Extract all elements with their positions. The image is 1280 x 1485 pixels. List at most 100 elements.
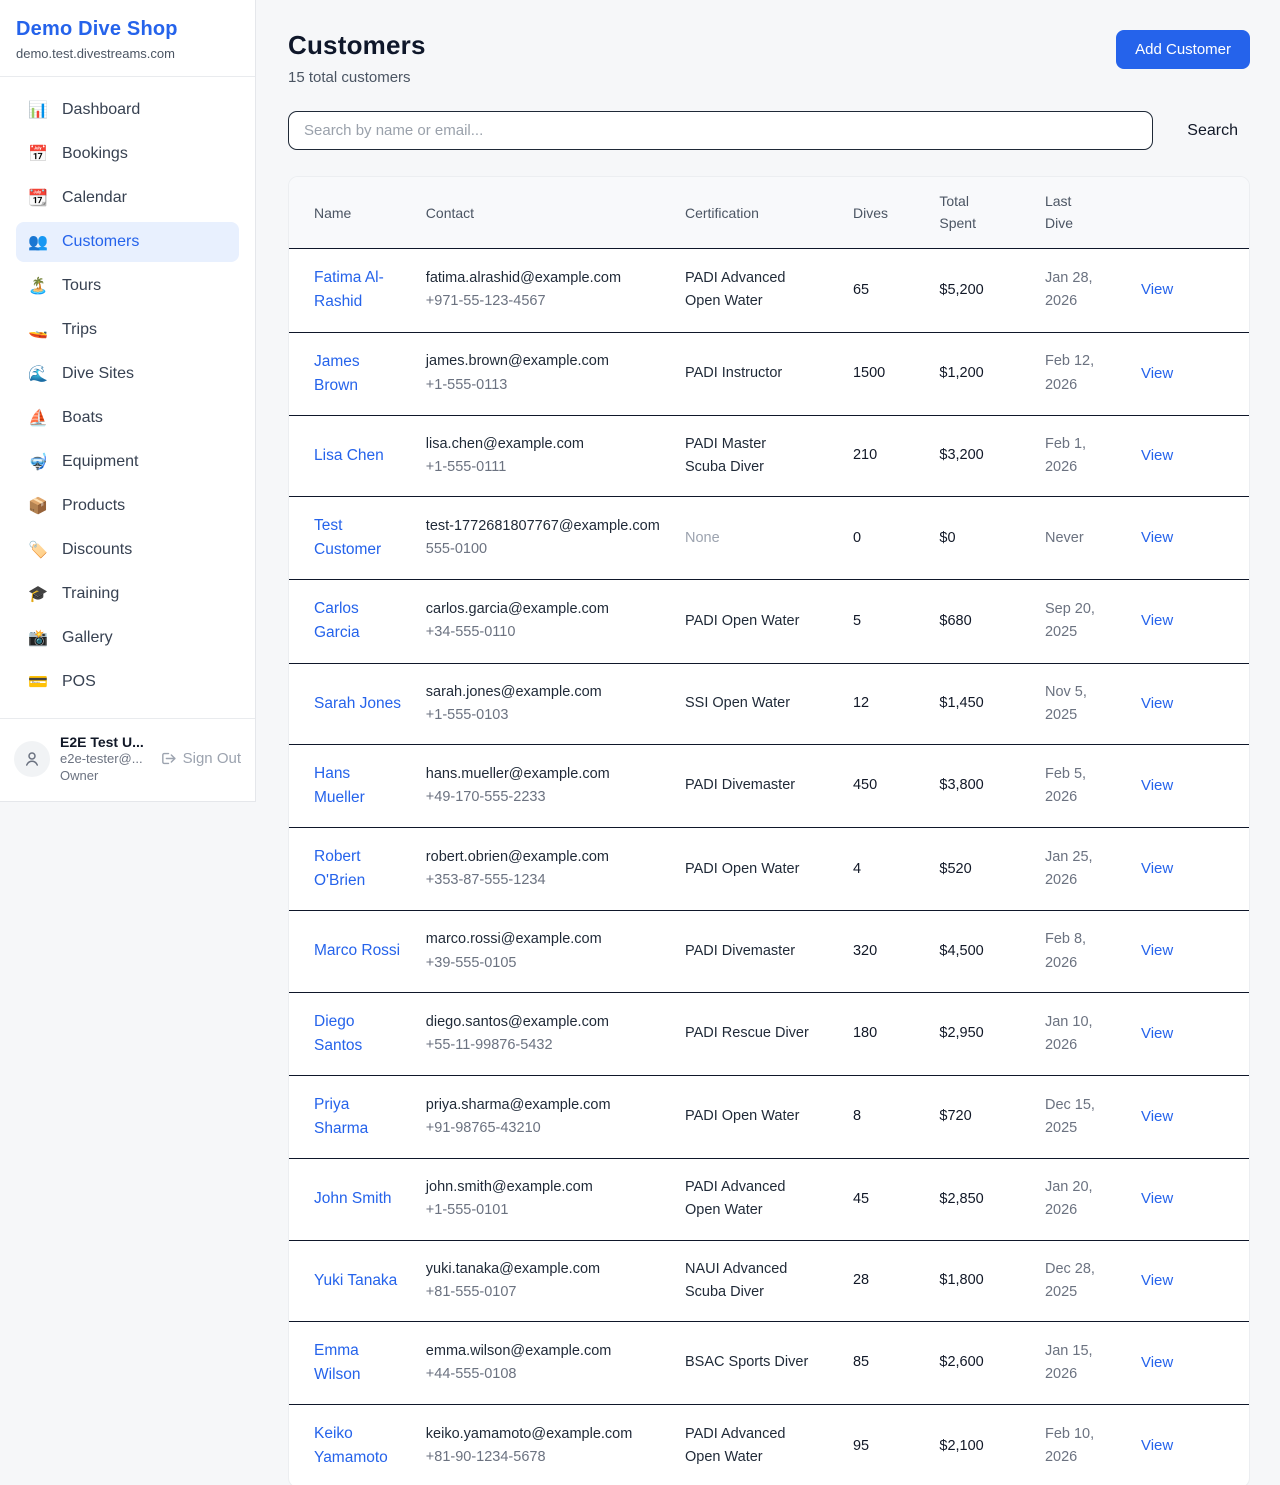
- customer-name-link[interactable]: Test Customer: [314, 514, 402, 562]
- sidebar: Demo Dive Shop demo.test.divestreams.com…: [0, 0, 256, 802]
- customer-name-link[interactable]: Hans Mueller: [314, 762, 402, 810]
- table-body: Fatima Al-Rashid fatima.alrashid@example…: [289, 249, 1249, 1485]
- customer-dives: 210: [853, 447, 877, 463]
- add-customer-button[interactable]: Add Customer: [1116, 30, 1250, 69]
- search-button[interactable]: Search: [1175, 114, 1250, 148]
- table-row: Hans Mueller hans.mueller@example.com +4…: [289, 744, 1249, 827]
- sidebar-item-dive-sites[interactable]: 🌊 Dive Sites: [16, 354, 239, 394]
- customer-certification: PADI Master Scuba Diver: [685, 433, 809, 479]
- view-customer-link[interactable]: View: [1141, 1190, 1173, 1207]
- customer-name-link[interactable]: Yuki Tanaka: [314, 1269, 397, 1293]
- sidebar-item-calendar[interactable]: 📆 Calendar: [16, 178, 239, 218]
- customer-phone: +1-555-0113: [426, 374, 661, 397]
- customer-dives: 4: [853, 861, 861, 877]
- view-customer-link[interactable]: View: [1141, 281, 1173, 298]
- customer-email: lisa.chen@example.com: [426, 433, 661, 456]
- customer-certification: PADI Divemaster: [685, 774, 795, 797]
- customer-name-link[interactable]: Fatima Al-Rashid: [314, 266, 402, 314]
- view-customer-link[interactable]: View: [1141, 1025, 1173, 1042]
- view-customer-link[interactable]: View: [1141, 447, 1173, 464]
- shop-domain: demo.test.divestreams.com: [16, 46, 239, 61]
- sign-out-button[interactable]: Sign Out: [160, 750, 241, 767]
- view-customer-link[interactable]: View: [1141, 695, 1173, 712]
- view-customer-link[interactable]: View: [1141, 1108, 1173, 1125]
- customer-name-link[interactable]: James Brown: [314, 350, 402, 398]
- customer-phone: +39-555-0105: [426, 952, 661, 975]
- customer-certification: PADI Divemaster: [685, 940, 795, 963]
- customer-name-link[interactable]: Priya Sharma: [314, 1093, 402, 1141]
- customer-last-dive: Feb 8, 2026: [1045, 928, 1105, 974]
- view-customer-link[interactable]: View: [1141, 942, 1173, 959]
- customer-name-link[interactable]: John Smith: [314, 1187, 392, 1211]
- customer-certification: PADI Advanced Open Water: [685, 267, 809, 313]
- customer-name-link[interactable]: Robert O'Brien: [314, 845, 402, 893]
- customer-name-link[interactable]: Lisa Chen: [314, 444, 384, 468]
- sidebar-item-tours[interactable]: 🏝️ Tours: [16, 266, 239, 306]
- col-header-contact: Contact: [414, 177, 673, 249]
- table-row: Sarah Jones sarah.jones@example.com +1-5…: [289, 663, 1249, 744]
- view-customer-link[interactable]: View: [1141, 1354, 1173, 1371]
- customer-dives: 85: [853, 1354, 869, 1370]
- customer-email: carlos.garcia@example.com: [426, 598, 661, 621]
- customer-last-dive: Feb 12, 2026: [1045, 350, 1105, 396]
- customer-total-spent: $680: [939, 613, 971, 629]
- customer-phone: +81-555-0107: [426, 1281, 661, 1304]
- col-header-dives: Dives: [841, 177, 927, 249]
- customer-last-dive: Feb 1, 2026: [1045, 433, 1105, 479]
- sidebar-item-gallery[interactable]: 📸 Gallery: [16, 618, 239, 658]
- customer-dives: 8: [853, 1108, 861, 1124]
- equipment-icon: 🤿: [28, 452, 48, 472]
- view-customer-link[interactable]: View: [1141, 777, 1173, 794]
- sidebar-item-dashboard[interactable]: 📊 Dashboard: [16, 90, 239, 130]
- sidebar-item-label: POS: [62, 673, 96, 691]
- customer-total-spent: $2,100: [939, 1438, 983, 1454]
- customer-email: test-1772681807767@example.com: [426, 515, 661, 538]
- user-box: E2E Test U... e2e-tester@... Owner Sign …: [0, 718, 255, 801]
- customer-name-link[interactable]: Carlos Garcia: [314, 597, 402, 645]
- customer-name-link[interactable]: Emma Wilson: [314, 1339, 402, 1387]
- sidebar-item-customers[interactable]: 👥 Customers: [16, 222, 239, 262]
- view-customer-link[interactable]: View: [1141, 1272, 1173, 1289]
- customer-name-link[interactable]: Keiko Yamamoto: [314, 1422, 402, 1470]
- view-customer-link[interactable]: View: [1141, 365, 1173, 382]
- customer-name-link[interactable]: Sarah Jones: [314, 692, 401, 716]
- customer-certification: None: [685, 527, 720, 550]
- table-row: John Smith john.smith@example.com +1-555…: [289, 1159, 1249, 1240]
- sidebar-item-bookings[interactable]: 📅 Bookings: [16, 134, 239, 174]
- customer-dives: 12: [853, 695, 869, 711]
- sidebar-item-trips[interactable]: 🚤 Trips: [16, 310, 239, 350]
- sidebar-item-label: Equipment: [62, 453, 139, 471]
- customer-certification: PADI Advanced Open Water: [685, 1423, 809, 1469]
- customer-certification: PADI Open Water: [685, 610, 799, 633]
- customer-name-link[interactable]: Marco Rossi: [314, 939, 400, 963]
- customer-last-dive: Feb 10, 2026: [1045, 1423, 1105, 1469]
- customer-certification: NAUI Advanced Scuba Diver: [685, 1258, 809, 1304]
- brand: Demo Dive Shop demo.test.divestreams.com: [0, 0, 255, 77]
- view-customer-link[interactable]: View: [1141, 529, 1173, 546]
- customer-dives: 450: [853, 777, 877, 793]
- user-name: E2E Test U...: [60, 733, 144, 751]
- sidebar-item-pos[interactable]: 💳 POS: [16, 662, 239, 702]
- customer-phone: 555-0100: [426, 538, 661, 561]
- customer-dives: 65: [853, 282, 869, 298]
- sidebar-item-training[interactable]: 🎓 Training: [16, 574, 239, 614]
- customer-last-dive: Jan 28, 2026: [1045, 267, 1105, 313]
- customer-name-link[interactable]: Diego Santos: [314, 1010, 402, 1058]
- customer-dives: 5: [853, 613, 861, 629]
- sidebar-item-label: Training: [62, 585, 119, 603]
- view-customer-link[interactable]: View: [1141, 1437, 1173, 1454]
- customer-total-spent: $1,450: [939, 695, 983, 711]
- sidebar-item-discounts[interactable]: 🏷️ Discounts: [16, 530, 239, 570]
- view-customer-link[interactable]: View: [1141, 860, 1173, 877]
- customer-last-dive: Dec 15, 2025: [1045, 1094, 1105, 1140]
- sidebar-item-products[interactable]: 📦 Products: [16, 486, 239, 526]
- sidebar-item-equipment[interactable]: 🤿 Equipment: [16, 442, 239, 482]
- sidebar-item-label: Trips: [62, 321, 97, 339]
- user-icon: [23, 750, 41, 768]
- customer-phone: +1-555-0103: [426, 704, 661, 727]
- main-content: Customers 15 total customers Add Custome…: [256, 0, 1280, 1485]
- search-input[interactable]: [288, 111, 1153, 150]
- view-customer-link[interactable]: View: [1141, 612, 1173, 629]
- table-row: Robert O'Brien robert.obrien@example.com…: [289, 828, 1249, 911]
- sidebar-item-boats[interactable]: ⛵ Boats: [16, 398, 239, 438]
